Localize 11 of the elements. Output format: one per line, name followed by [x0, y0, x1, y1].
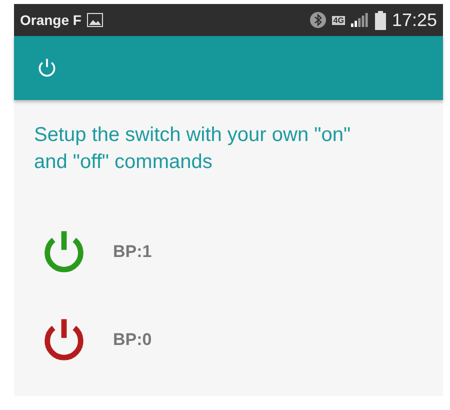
- clock: 17:25: [392, 10, 437, 30]
- network-type: 4G: [332, 16, 345, 24]
- image-icon: [87, 13, 104, 27]
- command-label: BP:1: [113, 242, 152, 262]
- battery-icon: [374, 10, 386, 30]
- bluetooth-icon: [310, 12, 326, 28]
- instruction-text: Setup the switch with your own "on" and "off" commands: [34, 123, 352, 175]
- signal-icon: [350, 12, 369, 28]
- carrier-name: Orange F: [20, 12, 82, 28]
- command-label: BP:0: [113, 330, 152, 350]
- power-icon: [36, 57, 58, 79]
